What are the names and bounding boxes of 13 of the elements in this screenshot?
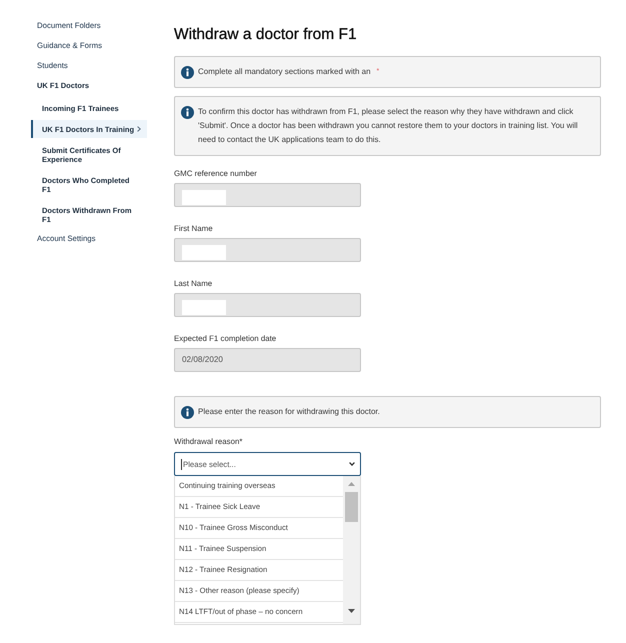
chevron-down-icon — [349, 462, 355, 466]
notice-text: Complete all mandatory sections marked with an — [198, 66, 371, 78]
scrollbar-thumb[interactable] — [345, 492, 358, 522]
page-title: Withdraw a doctor from F1 — [174, 25, 358, 45]
scroll-down-arrow-icon[interactable] — [348, 609, 355, 613]
text-cursor-icon — [181, 458, 182, 470]
info-icon — [181, 406, 194, 418]
chevron-right-icon — [137, 126, 142, 132]
scroll-up-arrow-icon[interactable] — [348, 482, 355, 486]
notice-text: To confirm this doctor has withdrawn from F1, please select the reason why they have withdrawn and click 'Submit'. Once a doctor has been withdrawn you cannot restore them to your doctors in training list. You will need to contact the UK applications team to do this. — [198, 106, 579, 146]
notice-text: Please enter the reason for withdrawing this doctor. — [198, 406, 380, 418]
info-icon — [181, 106, 194, 118]
info-icon — [181, 66, 194, 78]
